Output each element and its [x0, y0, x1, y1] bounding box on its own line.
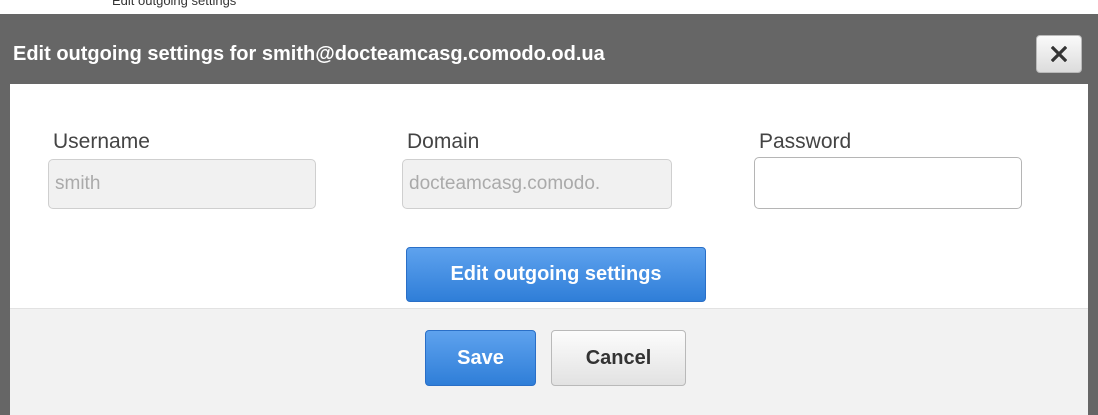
password-label: Password: [759, 130, 852, 153]
edit-outgoing-settings-dialog: Edit outgoing settings for smith@docteam…: [0, 14, 1098, 415]
dialog-titlebar: Edit outgoing settings for smith@docteam…: [0, 14, 1098, 84]
username-label: Username: [53, 130, 150, 153]
dialog-footer: Save Cancel: [10, 308, 1088, 415]
dialog-title: Edit outgoing settings for smith@docteam…: [13, 43, 605, 65]
close-icon: [1051, 46, 1067, 62]
save-button[interactable]: Save: [425, 330, 536, 386]
page-header-partial: Edit outgoing settings: [112, 0, 237, 8]
edit-outgoing-settings-button[interactable]: Edit outgoing settings: [406, 247, 706, 302]
dialog-body: Username smith Domain docteamcasg.comodo…: [10, 84, 1088, 308]
domain-input: docteamcasg.comodo.: [402, 159, 672, 209]
password-input[interactable]: [754, 157, 1022, 209]
cancel-button[interactable]: Cancel: [551, 330, 686, 386]
username-input: smith: [48, 159, 316, 209]
close-button[interactable]: [1036, 35, 1082, 73]
page-header-strip: Edit outgoing settings: [0, 0, 1098, 14]
domain-label: Domain: [407, 130, 480, 153]
